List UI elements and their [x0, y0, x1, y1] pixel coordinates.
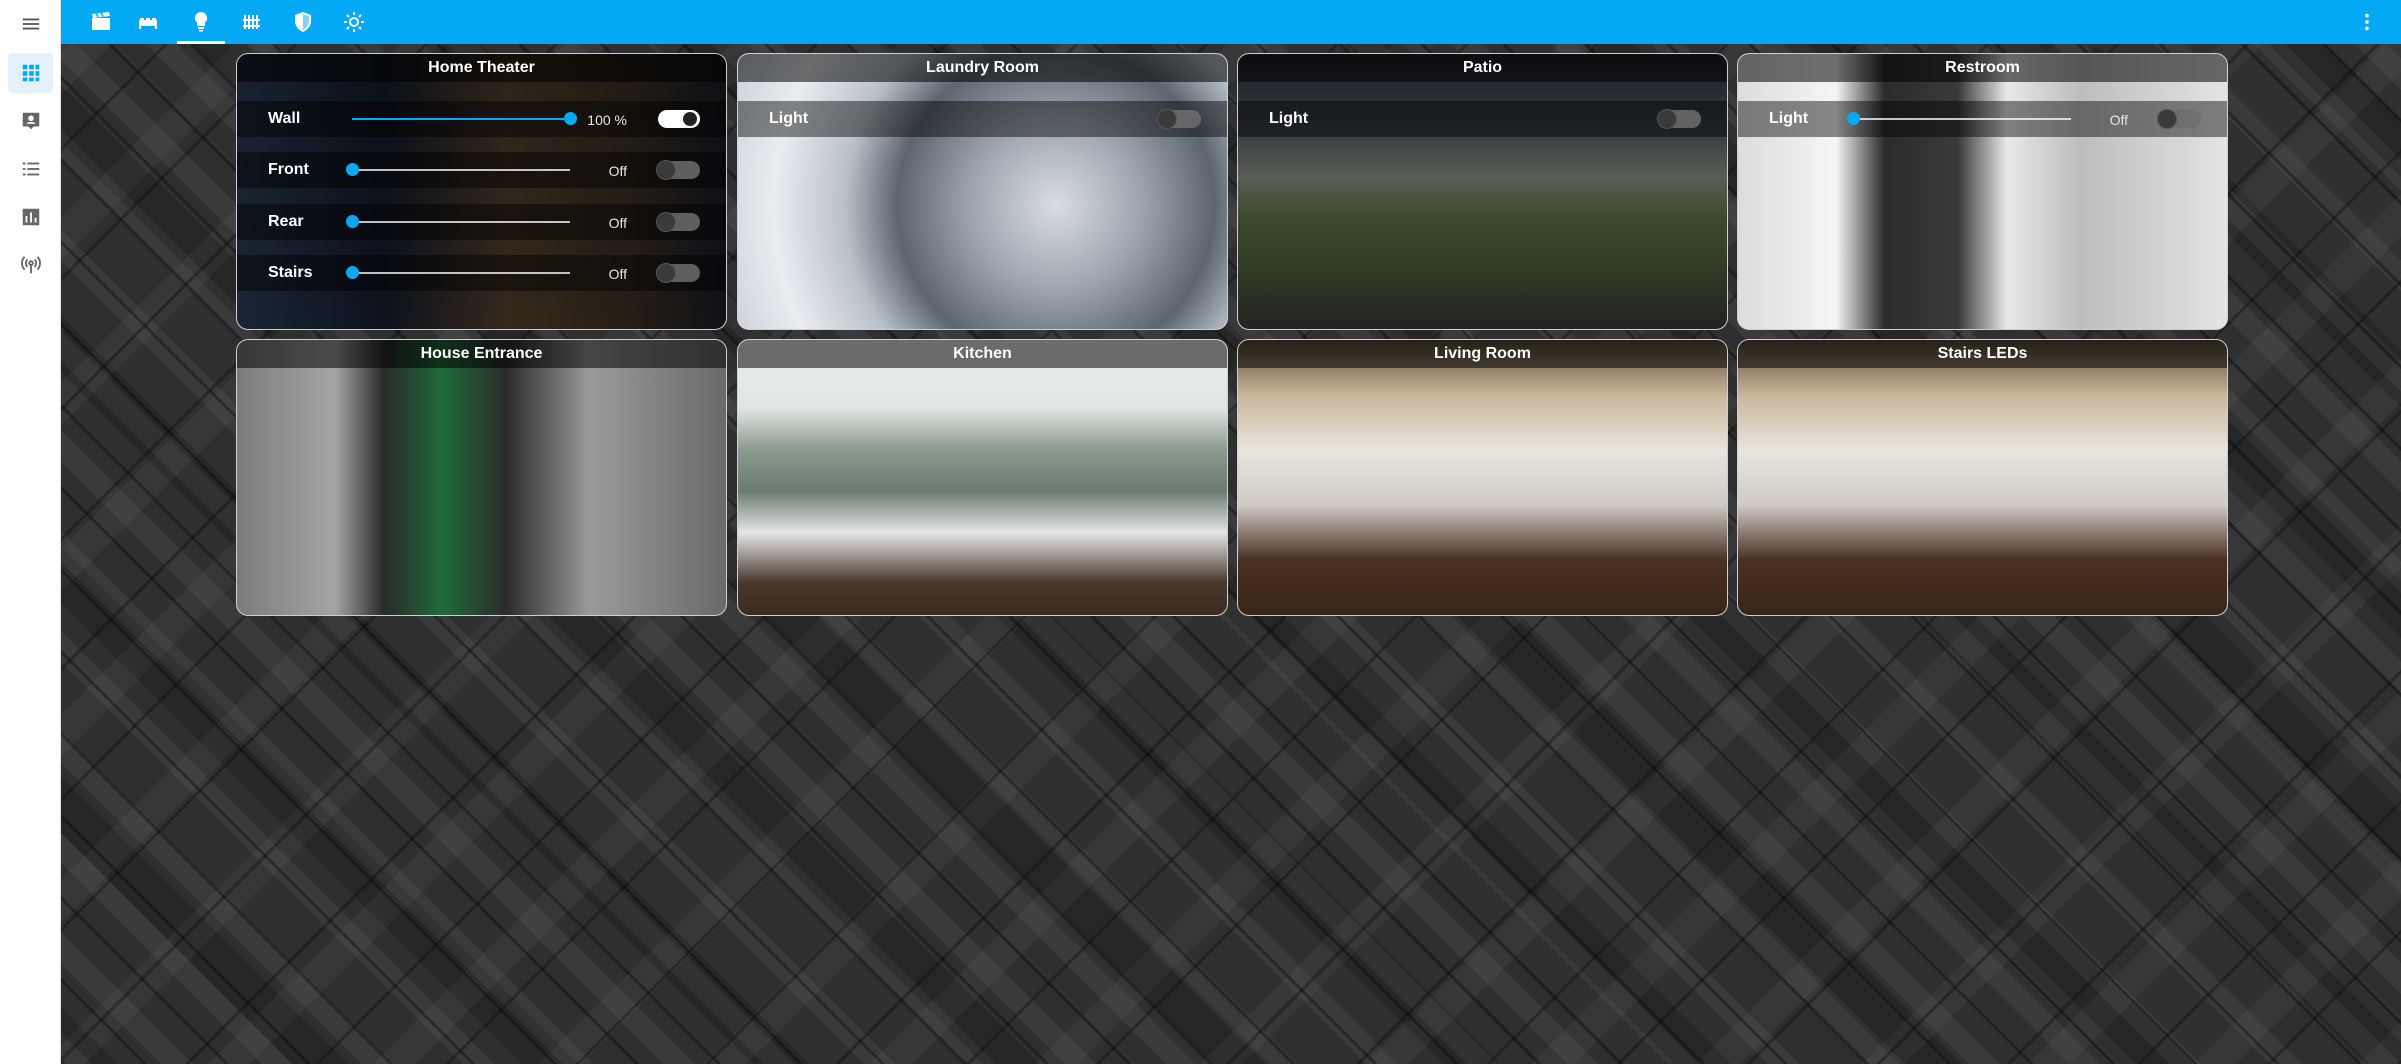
light-toggle[interactable] [2157, 109, 2201, 129]
light-label: Light [1269, 110, 1309, 127]
brightness-slider[interactable] [352, 112, 577, 125]
light-row-light: Light Off [1738, 101, 2227, 137]
light-toggle[interactable] [1657, 109, 1701, 129]
light-toggle[interactable] [1157, 109, 1201, 129]
light-label: Light [1769, 110, 1809, 127]
slider-fill [352, 118, 570, 120]
toggle-thumb [656, 263, 676, 283]
sidebar-item-account[interactable] [8, 101, 53, 141]
slider-knob[interactable] [346, 215, 359, 228]
slider-knob[interactable] [564, 112, 577, 125]
light-label: Wall [268, 110, 301, 127]
light-state-value: Off [2109, 112, 2128, 128]
light-state-value: Off [608, 215, 627, 231]
toggle-thumb [656, 212, 676, 232]
tab-weather[interactable] [328, 0, 380, 44]
more-vertical-icon[interactable] [2353, 8, 2381, 36]
top-app-bar [61, 0, 2401, 44]
light-toggle[interactable] [656, 160, 700, 180]
sidebar-item-dashboard[interactable] [8, 53, 53, 93]
account-box-icon [22, 112, 39, 130]
theater-icon [92, 12, 110, 30]
sidebar-item-history[interactable] [8, 197, 53, 237]
tab-living[interactable] [122, 0, 174, 44]
sun-icon [344, 12, 364, 32]
light-label: Stairs [268, 264, 313, 281]
list-icon [22, 162, 39, 176]
light-label: Front [268, 161, 309, 178]
room-card-stairs-leds: Stairs LEDsBasementOff2nd Floor [1737, 339, 2228, 616]
toggle-thumb [1157, 109, 1177, 129]
room-card-living-room: Living RoomLightOffCenterOff [1237, 339, 1728, 616]
slider-knob[interactable] [1847, 112, 1860, 125]
tab-heating[interactable] [226, 0, 278, 44]
card-title: Home Theater [237, 54, 726, 82]
sofa-icon [139, 18, 157, 29]
light-row-light: Light [1238, 101, 1727, 137]
toggle-thumb [1657, 109, 1677, 129]
radiator-icon [243, 15, 260, 29]
sidebar [0, 0, 61, 1064]
card-title: House Entrance [237, 340, 726, 368]
light-row-light: Light [738, 101, 1227, 137]
dashboard-grid-icon [22, 64, 39, 82]
room-card-laundry-room: Laundry Room Light [737, 53, 1228, 330]
card-title: Living Room [1238, 340, 1727, 368]
toggle-thumb [682, 111, 698, 127]
room-card-patio: Patio Light [1237, 53, 1728, 330]
tab-security[interactable] [277, 0, 329, 44]
room-card-home-theater: Home Theater Wall 100 % Front Off Rear Off Stai… [236, 53, 727, 330]
light-row-rear: Rear Off [237, 204, 726, 240]
brightness-slider[interactable] [346, 215, 570, 228]
toggle-thumb [656, 160, 676, 180]
light-toggle[interactable] [656, 212, 700, 232]
room-card-house-entrance: House EntranceDoorHallOff [236, 339, 727, 616]
light-state-value: Off [608, 266, 627, 282]
light-row-wall: Wall 100 % [237, 101, 726, 137]
toggle-thumb [2157, 109, 2177, 129]
sidebar-item-logbook[interactable] [8, 149, 53, 189]
card-title: Patio [1238, 54, 1727, 82]
slider-knob[interactable] [346, 163, 359, 176]
card-title: Laundry Room [738, 54, 1227, 82]
brightness-slider[interactable] [346, 163, 570, 176]
broadcast-icon [20, 256, 41, 274]
brightness-slider[interactable] [1847, 112, 2071, 125]
light-toggle[interactable] [658, 110, 700, 128]
card-title: Kitchen [738, 340, 1227, 368]
brightness-slider[interactable] [346, 266, 570, 279]
card-title: Restroom [1738, 54, 2227, 82]
room-card-kitchen: KitchenKitchenOffOver sinkOff [737, 339, 1228, 616]
light-label: Rear [268, 213, 304, 230]
tab-lights[interactable] [175, 0, 227, 44]
card-title: Stairs LEDs [1738, 340, 2227, 368]
light-state-value: Off [608, 163, 627, 179]
shield-icon [295, 12, 311, 32]
light-row-stairs: Stairs Off [237, 255, 726, 291]
light-toggle[interactable] [656, 263, 700, 283]
tab-theater[interactable] [75, 0, 127, 44]
hamburger-menu-icon[interactable] [8, 4, 53, 44]
slider-knob[interactable] [346, 266, 359, 279]
room-card-restroom: Restroom Light Off [1737, 53, 2228, 330]
light-row-front: Front Off [237, 152, 726, 188]
chart-icon [22, 208, 39, 226]
sidebar-item-devices[interactable] [8, 245, 53, 285]
light-label: Light [769, 110, 809, 127]
light-state-value: 100 % [587, 112, 627, 128]
lightbulb-icon [194, 11, 208, 32]
